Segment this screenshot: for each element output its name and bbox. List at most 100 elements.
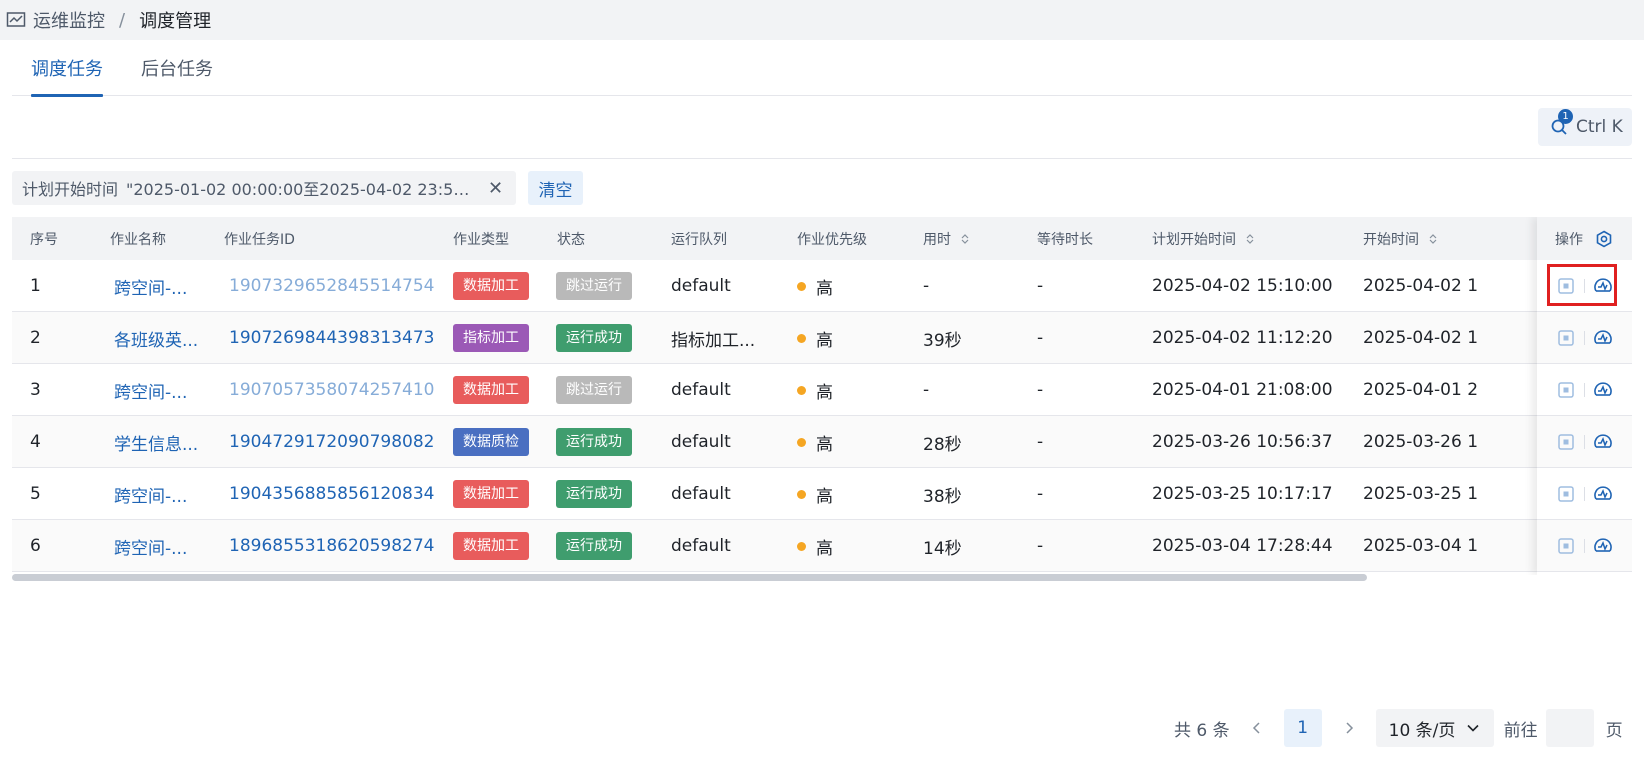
cell-duration: 14秒 <box>923 538 962 559</box>
monitor-icon[interactable] <box>1592 431 1614 453</box>
table-row: 4 学生信息... 1904729172090798082 数据质检 运行成功 … <box>12 416 1632 468</box>
search-button[interactable]: 1 Ctrl K <box>1538 108 1632 146</box>
cell-job-name[interactable]: 跨空间-... <box>114 520 187 572</box>
cell-job-name[interactable]: 学生信息... <box>114 416 198 468</box>
cell-index: 1 <box>30 276 41 296</box>
cell-priority: 高 <box>816 486 833 507</box>
cell-start: 2025-04-01 2 <box>1363 380 1479 400</box>
cell-planned-start: 2025-03-04 17:28:44 <box>1152 536 1333 556</box>
status-badge: 跳过运行 <box>556 272 632 300</box>
sort-icon[interactable] <box>961 233 969 245</box>
status-badge: 运行成功 <box>556 428 632 456</box>
col-duration-label: 用时 <box>923 231 951 248</box>
tab-schedule-tasks[interactable]: 调度任务 <box>31 40 103 97</box>
breadcrumb-current: 调度管理 <box>139 11 212 32</box>
priority-dot <box>797 489 806 499</box>
action-cell <box>1537 520 1632 572</box>
tab-background-tasks[interactable]: 后台任务 <box>141 40 213 96</box>
filter-key: 计划开始时间 <box>22 180 119 199</box>
pagination: 共 6 条 1 10 条/页 前往 页 <box>1174 709 1623 747</box>
breadcrumb-parent[interactable]: 运维监控 <box>33 7 105 33</box>
action-divider <box>1584 486 1585 501</box>
search-icon: 1 <box>1550 109 1573 136</box>
col-actions-label: 操作 <box>1555 231 1583 248</box>
chevron-right-icon[interactable] <box>1336 709 1362 747</box>
col-start[interactable]: 开始时间 <box>1363 217 1437 260</box>
task-table: 序号 作业名称 作业任务ID 作业类型 状态 运行队列 作业优先级 用时 等待时… <box>12 217 1632 575</box>
cell-task-id[interactable]: 1896855318620598274 <box>229 520 435 572</box>
job-type-tag: 数据加工 <box>453 532 529 560</box>
cell-priority: 高 <box>816 278 833 299</box>
stop-icon[interactable] <box>1555 379 1577 401</box>
chevron-left-icon[interactable] <box>1244 709 1270 747</box>
cell-task-id[interactable]: 1907269844398313473 <box>229 312 435 364</box>
action-divider <box>1584 382 1585 397</box>
cell-task-id[interactable]: 1904356885856120834 <box>229 468 435 520</box>
cell-planned-start: 2025-03-26 10:56:37 <box>1152 432 1333 452</box>
stop-icon[interactable] <box>1555 483 1577 505</box>
goto-suffix: 页 <box>1605 720 1623 741</box>
monitor-icon[interactable] <box>1592 379 1614 401</box>
cell-planned-start: 2025-04-01 21:08:00 <box>1152 380 1333 400</box>
stop-icon[interactable] <box>1555 535 1577 557</box>
page-number[interactable]: 1 <box>1283 709 1322 747</box>
action-divider <box>1584 538 1585 553</box>
cell-start: 2025-03-26 1 <box>1363 432 1479 452</box>
cell-start: 2025-04-02 1 <box>1363 328 1479 348</box>
cell-job-name[interactable]: 跨空间-... <box>114 260 187 312</box>
priority-dot <box>797 333 806 343</box>
action-cell <box>1537 416 1632 468</box>
table-row: 5 跨空间-... 1904356885856120834 数据加工 运行成功 … <box>12 468 1632 520</box>
cell-priority: 高 <box>816 330 833 351</box>
cell-job-name[interactable]: 跨空间-... <box>114 364 187 416</box>
col-priority: 作业优先级 <box>797 231 867 248</box>
col-planned-start[interactable]: 计划开始时间 <box>1152 217 1254 260</box>
close-icon[interactable]: ✕ <box>488 178 503 199</box>
priority-dot <box>797 541 806 551</box>
cell-queue: default <box>671 432 731 452</box>
stop-icon[interactable] <box>1555 327 1577 349</box>
monitor-icon[interactable] <box>1592 483 1614 505</box>
cell-duration: 39秒 <box>923 330 962 351</box>
table-header: 序号 作业名称 作业任务ID 作业类型 状态 运行队列 作业优先级 用时 等待时… <box>12 217 1632 260</box>
cell-index: 2 <box>30 328 41 348</box>
cell-job-name[interactable]: 各班级英... <box>114 312 198 364</box>
action-column: 操作 <box>1537 217 1632 575</box>
cell-task-id[interactable]: 1904729172090798082 <box>229 416 435 468</box>
sort-icon[interactable] <box>1246 233 1254 245</box>
cell-wait: - <box>1037 276 1044 296</box>
column-settings-icon[interactable] <box>1595 230 1613 248</box>
filter-value: "2025-01-02 00:00:00至2025-04-02 23:59:..… <box>126 180 477 199</box>
col-duration[interactable]: 用时 <box>923 217 969 260</box>
cell-task-id[interactable]: 1907057358074257410 <box>229 364 435 416</box>
col-job-type: 作业类型 <box>453 231 509 248</box>
cell-start: 2025-03-04 1 <box>1363 536 1479 556</box>
monitor-icon[interactable] <box>1592 535 1614 557</box>
priority-dot <box>797 437 806 447</box>
page-size-select[interactable]: 10 条/页 <box>1375 709 1494 747</box>
cell-job-name[interactable]: 跨空间-... <box>114 468 187 520</box>
cell-priority: 高 <box>816 434 833 455</box>
page-jump-input[interactable] <box>1545 709 1594 747</box>
col-job-name: 作业名称 <box>110 231 166 248</box>
cell-index: 6 <box>30 536 41 556</box>
cell-duration: 38秒 <box>923 486 962 507</box>
chart-line-icon <box>6 10 26 30</box>
cell-queue: 指标加工... <box>671 330 756 351</box>
cell-task-id[interactable]: 1907329652845514754 <box>229 260 435 312</box>
job-type-tag: 数据加工 <box>453 480 529 508</box>
horizontal-scrollbar[interactable] <box>12 574 1367 581</box>
cell-planned-start: 2025-04-02 11:12:20 <box>1152 328 1333 348</box>
stop-icon[interactable] <box>1555 431 1577 453</box>
cell-queue: default <box>671 484 731 504</box>
filter-chip: 计划开始时间 "2025-01-02 00:00:00至2025-04-02 2… <box>12 171 516 205</box>
action-cell <box>1537 468 1632 520</box>
cell-wait: - <box>1037 432 1044 452</box>
job-type-tag: 指标加工 <box>453 324 529 352</box>
page-size-value: 10 条/页 <box>1388 720 1456 741</box>
sort-icon[interactable] <box>1429 233 1437 245</box>
monitor-icon[interactable] <box>1592 327 1614 349</box>
col-start-label: 开始时间 <box>1363 231 1419 248</box>
clear-filter-button[interactable]: 清空 <box>528 171 583 205</box>
cell-duration: 28秒 <box>923 434 962 455</box>
